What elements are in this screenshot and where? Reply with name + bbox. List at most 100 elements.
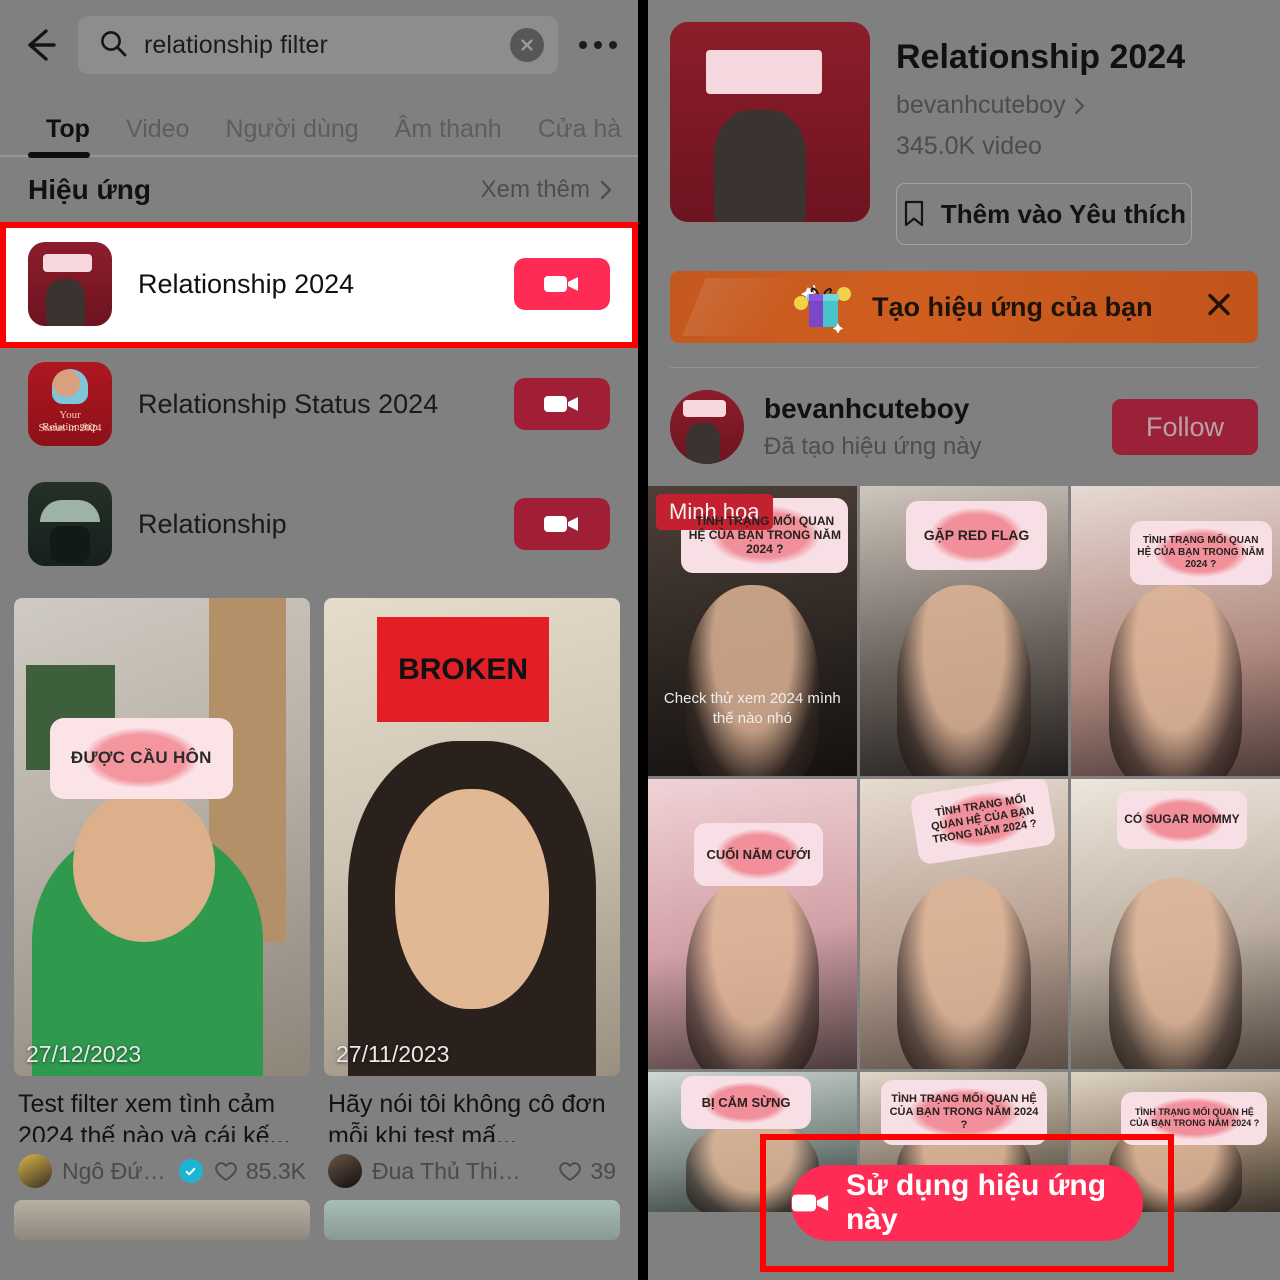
- tab-video[interactable]: Video: [108, 115, 208, 158]
- video-thumbnail[interactable]: [324, 1200, 620, 1240]
- see-more-label: Xem thêm: [480, 176, 590, 203]
- chevron-right-icon: [1074, 97, 1084, 114]
- close-icon[interactable]: [1204, 290, 1234, 325]
- search-input[interactable]: relationship filter: [78, 16, 558, 74]
- video-results-grid-next-row: [0, 1200, 638, 1240]
- effect-overlay-label: GẶP RED FLAG: [905, 500, 1048, 571]
- add-to-favorites-button[interactable]: Thêm vào Yêu thích: [896, 183, 1192, 245]
- effect-info: Relationship 2024 bevanhcuteboy 345.0K v…: [896, 22, 1258, 245]
- video-meta: Đua Thủ Thiếu N... 39: [324, 1142, 620, 1200]
- gift-icon: [788, 281, 854, 334]
- use-effect-camera-button[interactable]: [514, 498, 610, 550]
- effects-list: Relationship 2024 Your Relationship Stat…: [0, 224, 638, 584]
- creator-name[interactable]: bevanhcuteboy: [764, 393, 1092, 425]
- video-overlay-caption: Check thử xem 2024 mình thế nào nhó: [663, 690, 841, 728]
- video-camera-icon: [544, 396, 578, 412]
- heart-icon: [215, 1162, 237, 1181]
- create-effect-promo-banner[interactable]: Tạo hiệu ứng của bạn: [670, 271, 1258, 343]
- back-arrow-icon[interactable]: [18, 22, 64, 68]
- like-count: 39: [590, 1157, 616, 1184]
- effect-cover-image: [670, 22, 870, 222]
- search-results-panel: relationship filter Top Video Người dùng…: [0, 0, 638, 1280]
- effect-thumbnail: [28, 242, 112, 326]
- avatar[interactable]: [670, 390, 744, 464]
- chevron-right-icon: [600, 180, 612, 200]
- grid-video-cell[interactable]: TÌNH TRẠNG MỐI QUAN HỆ CỦA BẠN TRONG NĂM…: [859, 779, 1069, 1069]
- effect-name: Relationship 2024: [138, 268, 355, 299]
- use-effect-camera-button[interactable]: [514, 378, 610, 430]
- tab-sounds[interactable]: Âm thanh: [377, 115, 520, 158]
- video-date: 27/11/2023: [336, 1041, 450, 1067]
- effect-overlay-label: BROKEN: [377, 617, 549, 723]
- search-icon: [98, 28, 128, 63]
- effect-overlay-text: CÓ SUGAR MOMMY: [1124, 812, 1240, 827]
- grid-video-cell[interactable]: TÌNH TRẠNG MỐI QUAN HỆ CỦA BẠN TRONG NĂM…: [1071, 486, 1280, 776]
- video-caption: Hãy nói tôi không cô đơn mỗi khi test mấ…: [328, 1090, 606, 1142]
- video-camera-icon: [791, 1194, 829, 1212]
- video-camera-icon: [544, 276, 578, 292]
- like-count: 85.3K: [245, 1157, 306, 1184]
- effect-overlay-label: CÓ SUGAR MOMMY: [1117, 790, 1247, 849]
- see-more-link[interactable]: Xem thêm: [481, 176, 614, 204]
- tab-users[interactable]: Người dùng: [207, 115, 376, 158]
- verified-badge-icon: [178, 1159, 203, 1183]
- use-effect-label: Sử dụng hiệu ứng này: [845, 1169, 1107, 1236]
- search-tabs: Top Video Người dùng Âm thanh Cửa hà: [0, 90, 638, 158]
- effect-overlay-text: GẶP RED FLAG: [923, 526, 1030, 543]
- highlight-box-use-effect: Sử dụng hiệu ứng này: [760, 1134, 1174, 1272]
- bookmark-icon: [904, 200, 924, 227]
- effect-thumbnail: Your Relationship Status in 2024: [28, 362, 112, 446]
- video-camera-icon: [544, 516, 578, 532]
- effect-overlay-label: TÌNH TRẠNG MỐI QUAN HỆ CỦA BẠN TRONG NĂM…: [1129, 520, 1272, 585]
- avatar[interactable]: [18, 1154, 52, 1188]
- effect-title: Relationship 2024: [896, 38, 1186, 76]
- effect-overlay-text: TÌNH TRẠNG MỐI QUAN HỆ CỦA BẠN TRONG NĂM…: [688, 513, 841, 557]
- effect-overlay-label: ĐƯỢC CẦU HÔN: [49, 717, 234, 799]
- grid-video-cell[interactable]: TÌNH TRẠNG MỐI QUAN HỆ CỦA BẠN TRONG NĂM…: [648, 486, 857, 776]
- grid-video-cell[interactable]: GẶP RED FLAG: [859, 486, 1069, 776]
- effect-row-relationship-2024[interactable]: Relationship 2024: [0, 224, 638, 344]
- effect-row-relationship-status-2024[interactable]: Your Relationship Status in 2024 Relatio…: [0, 344, 638, 464]
- effect-detail-panel: Relationship 2024 bevanhcuteboy 345.0K v…: [648, 0, 1280, 1280]
- like-count-group: 39: [557, 1158, 616, 1185]
- video-card[interactable]: BROKEN 27/11/2023 Hãy nói tôi không cô đ…: [324, 598, 620, 1200]
- heart-icon: [559, 1162, 582, 1181]
- video-author[interactable]: Đua Thủ Thiếu N...: [372, 1158, 522, 1185]
- creator-subtitle: Đã tạo hiệu ứng này: [764, 433, 982, 460]
- effects-section-header: Hiệu ứng Xem thêm: [0, 158, 638, 224]
- use-effect-button[interactable]: Sử dụng hiệu ứng này: [791, 1165, 1143, 1241]
- effect-thumb-text-line2: Status in 2024: [38, 422, 102, 435]
- follow-button[interactable]: Follow: [1112, 399, 1258, 455]
- effect-name: Relationship: [138, 508, 287, 539]
- use-effect-camera-button[interactable]: [514, 258, 610, 310]
- avatar[interactable]: [328, 1154, 362, 1188]
- effect-overlay-text: TÌNH TRẠNG MỐI QUAN HỆ CỦA BẠN TRONG NĂM…: [1129, 1107, 1260, 1129]
- panel-divider: [638, 0, 648, 1280]
- search-header: relationship filter: [0, 0, 638, 90]
- grid-video-cell[interactable]: CUỐI NĂM CƯỚI: [648, 779, 857, 1069]
- video-thumbnail[interactable]: [14, 1200, 310, 1240]
- effect-video-grid: TÌNH TRẠNG MỐI QUAN HỆ CỦA BẠN TRONG NĂM…: [648, 486, 1280, 1212]
- video-author[interactable]: Ngô Đức D...: [62, 1158, 169, 1185]
- effect-author-name: bevanhcuteboy: [896, 91, 1066, 119]
- effect-name: Relationship Status 2024: [138, 388, 439, 419]
- video-thumbnail[interactable]: BROKEN 27/11/2023: [324, 598, 620, 1076]
- tab-top[interactable]: Top: [28, 115, 108, 158]
- effect-overlay-text: ĐƯỢC CẦU HÔN: [70, 748, 212, 768]
- effect-overlay-label: BỊ CẮM SỪNG: [681, 1076, 811, 1130]
- video-card[interactable]: ĐƯỢC CẦU HÔN 27/12/2023 Test filter xem …: [14, 598, 310, 1200]
- add-to-favorites-label: Thêm vào Yêu thích: [940, 198, 1187, 229]
- effect-overlay-text: TÌNH TRẠNG MỐI QUAN HỆ CỦA BẠN TRONG NĂM…: [930, 792, 1038, 847]
- search-query-text: relationship filter: [144, 30, 328, 59]
- grid-video-cell[interactable]: CÓ SUGAR MOMMY: [1071, 779, 1280, 1069]
- effect-author-link[interactable]: bevanhcuteboy: [896, 91, 1258, 120]
- more-options-icon[interactable]: [572, 41, 624, 49]
- effect-row-relationship[interactable]: Relationship: [0, 464, 638, 584]
- section-title: Hiệu ứng: [28, 174, 151, 205]
- video-thumbnail[interactable]: ĐƯỢC CẦU HÔN 27/12/2023: [14, 598, 310, 1076]
- creator-row: bevanhcuteboy Đã tạo hiệu ứng này Follow: [648, 368, 1280, 464]
- clear-icon[interactable]: [510, 28, 544, 62]
- creator-texts: bevanhcuteboy Đã tạo hiệu ứng này: [764, 393, 1092, 461]
- tab-shop[interactable]: Cửa hà: [520, 115, 638, 158]
- video-date: 27/12/2023: [26, 1041, 142, 1067]
